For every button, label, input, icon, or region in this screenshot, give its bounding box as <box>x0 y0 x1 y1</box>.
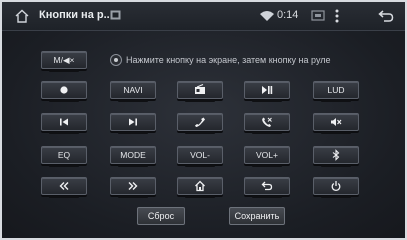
bluetooth-button[interactable] <box>313 146 359 167</box>
back-arrow-icon <box>261 181 273 191</box>
status-bar: Кнопки на р... 0:14 <box>2 2 405 31</box>
next-track-icon <box>129 118 137 126</box>
phone-hangup-icon <box>262 117 272 127</box>
learning-radio[interactable] <box>110 54 122 66</box>
dot-icon <box>60 86 68 94</box>
radio-icon <box>195 84 205 94</box>
home-icon <box>195 180 205 192</box>
window-title: Кнопки на р... <box>39 9 113 21</box>
power-icon <box>331 181 341 192</box>
screen-cast-icon <box>311 10 325 21</box>
app-frame: Кнопки на р... 0:14 M/◀× Нажмите кнопку … <box>2 2 405 238</box>
call-hangup-button[interactable] <box>244 113 290 134</box>
call-answer-button[interactable] <box>177 113 223 134</box>
hint-text: Нажмите кнопку на экране, затем кнопку н… <box>126 55 331 65</box>
radio-button[interactable] <box>177 81 223 102</box>
volume-down-button[interactable]: VOL- <box>177 146 223 167</box>
previous-track-button[interactable] <box>41 113 87 134</box>
overflow-menu-icon[interactable] <box>335 9 339 23</box>
power-dot-button[interactable] <box>41 81 87 102</box>
double-chevron-left-icon <box>59 182 69 190</box>
mode-mute-button[interactable]: M/◀× <box>41 51 87 72</box>
navi-button[interactable]: NAVI <box>110 81 156 102</box>
power-button[interactable] <box>313 177 359 198</box>
steering-wheel-buttons-panel: M/◀× Нажмите кнопку на экране, затем кно… <box>2 31 405 238</box>
previous-track-icon <box>60 118 68 126</box>
play-pause-button[interactable] <box>244 81 290 102</box>
eq-button[interactable]: EQ <box>41 146 87 167</box>
mode-button[interactable]: MODE <box>110 146 156 167</box>
mute-icon <box>331 118 342 126</box>
home-icon[interactable] <box>14 8 30 24</box>
back-arrow-icon[interactable] <box>378 9 394 23</box>
lud-button[interactable]: LUD <box>313 81 359 102</box>
clock-time: 0:14 <box>277 9 299 21</box>
notification-icon <box>110 10 121 20</box>
seek-back-button[interactable] <box>41 177 87 198</box>
reset-button[interactable]: Сброс <box>137 207 185 225</box>
volume-up-button[interactable]: VOL+ <box>244 146 290 167</box>
wifi-icon <box>260 11 274 21</box>
mute-button[interactable] <box>313 113 359 134</box>
save-button[interactable]: Сохранить <box>229 207 285 225</box>
seek-forward-button[interactable] <box>110 177 156 198</box>
double-chevron-right-icon <box>128 182 138 190</box>
play-pause-icon <box>262 86 273 94</box>
home-button[interactable] <box>177 177 223 198</box>
back-button[interactable] <box>244 177 290 198</box>
bluetooth-icon <box>332 149 340 161</box>
phone-icon <box>195 117 205 127</box>
next-track-button[interactable] <box>110 113 156 134</box>
